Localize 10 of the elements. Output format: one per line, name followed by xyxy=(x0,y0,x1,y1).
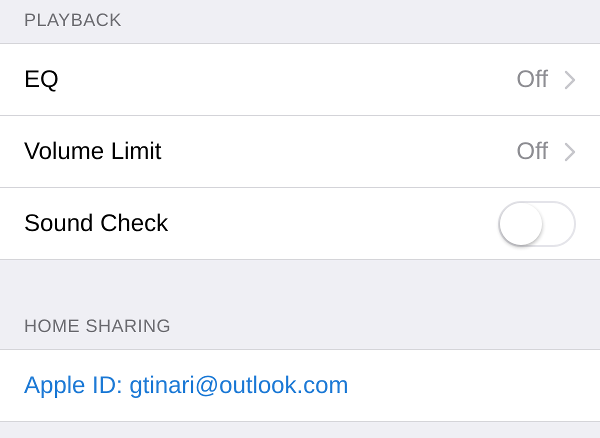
row-label: Volume Limit xyxy=(24,138,162,166)
section-header: PLAYBACK xyxy=(24,10,122,31)
section-header: HOME SHARING xyxy=(24,316,172,337)
toggle-switch[interactable] xyxy=(498,200,576,246)
row-label: Sound Check xyxy=(24,210,170,238)
chevron-icon[interactable] xyxy=(564,142,576,162)
chevron-icon[interactable] xyxy=(564,70,576,90)
row-label: EQ xyxy=(24,66,60,94)
row-value: Off xyxy=(516,138,548,166)
row-value: Off xyxy=(516,66,548,94)
